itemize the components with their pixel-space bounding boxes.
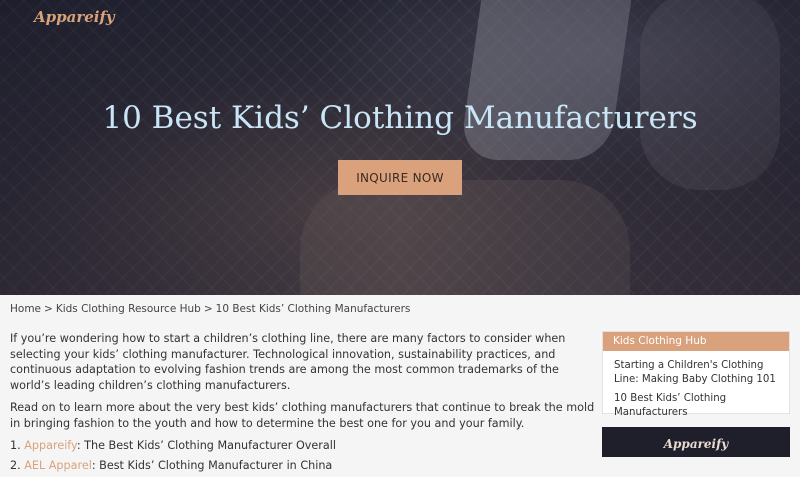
breadcrumb-separator: > [44, 303, 53, 315]
widget-title: Kids Clothing Hub [603, 332, 789, 351]
hero-banner: Appareify 10 Best Kids’ Clothing Manufac… [0, 0, 800, 295]
manufacturer-link-ael-apparel[interactable]: AEL Apparel [24, 459, 92, 472]
sidebar-promo-banner[interactable]: Appareify [602, 427, 790, 457]
inquire-now-button[interactable]: INQUIRE NOW [338, 160, 462, 195]
widget-links: Starting a Children's Clothing Line: Mak… [603, 351, 789, 420]
list-item: 2. AEL Apparel: Best Kids’ Clothing Manu… [10, 458, 598, 474]
page-title: 10 Best Kids’ Clothing Manufacturers [102, 100, 698, 136]
breadcrumb-separator: > [203, 303, 213, 315]
list-number: 2. [10, 458, 21, 472]
sidebar-link-starting-line[interactable]: Starting a Children's Clothing Line: Mak… [614, 359, 779, 387]
sidebar-link-best-manufacturers[interactable]: 10 Best Kids’ Clothing Manufacturers [614, 392, 779, 420]
breadcrumb-current: 10 Best Kids’ Clothing Manufacturers [215, 303, 411, 315]
intro-paragraph: If you’re wondering how to start a child… [10, 332, 566, 392]
list-item-text: : Best Kids’ Clothing Manufacturer in Ch… [91, 458, 333, 472]
breadcrumb-kids-clothing-hub[interactable]: Kids Clothing Resource Hub [56, 303, 201, 315]
kids-clothing-hub-widget: Kids Clothing Hub Starting a Children's … [602, 331, 790, 418]
breadcrumb-home[interactable]: Home [10, 303, 41, 315]
hero-overlay [0, 0, 800, 295]
site-logo[interactable]: Appareify [34, 8, 115, 26]
list-item-text: : The Best Kids’ Clothing Manufacturer O… [76, 439, 336, 452]
manufacturer-link-appareify[interactable]: Appareify [24, 439, 77, 452]
list-item: 1. Appareify: The Best Kids’ Clothing Ma… [10, 438, 598, 454]
list-number: 1. [10, 439, 21, 452]
intro-paragraph: Read on to learn more about the very bes… [10, 401, 595, 430]
promo-logo: Appareify [663, 437, 729, 451]
breadcrumb: Home > Kids Clothing Resource Hub >10 Best … [10, 303, 410, 315]
article-body: If you’re wondering how to start a child… [10, 331, 598, 477]
manufacturer-list: 1. Appareify: The Best Kids’ Clothing Ma… [10, 438, 598, 473]
